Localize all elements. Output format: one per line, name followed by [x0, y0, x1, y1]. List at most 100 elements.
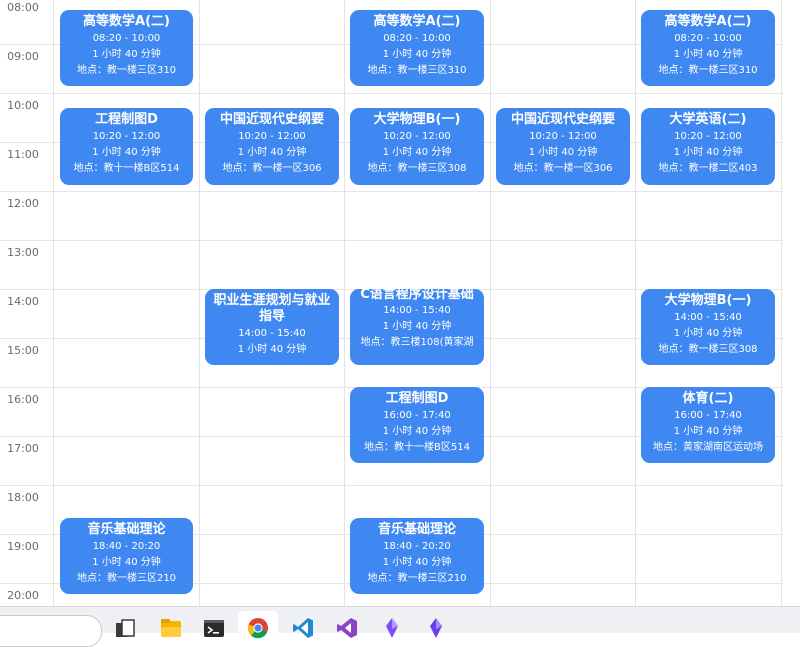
course-duration: 1 小时 40 分钟: [382, 49, 452, 60]
course-location: 地点：教一楼三区308: [367, 163, 467, 174]
course-location: 地点：教十一楼B区514: [73, 163, 180, 174]
time-label: 08:00: [7, 1, 39, 14]
hour-line: [0, 93, 783, 94]
course-duration: 1 小时 40 分钟: [528, 147, 598, 158]
course-duration: 1 小时 40 分钟: [382, 557, 452, 568]
course-time: 10:20 - 12:00: [238, 131, 306, 142]
course-title: 中国近现代史纲要: [510, 112, 615, 127]
course-title: 大学物理B(一): [373, 112, 461, 127]
hour-line: [0, 240, 783, 241]
column-divider: [344, 0, 345, 606]
course-duration: 1 小时 40 分钟: [673, 49, 743, 60]
course-location: 地点：教一楼三区310: [658, 65, 758, 76]
course-title: 大学物理B(一): [664, 293, 752, 308]
course-duration: 1 小时 40 分钟: [673, 328, 743, 339]
app-crystal-icon-2[interactable]: [425, 617, 447, 639]
column-divider: [199, 0, 200, 606]
course-time: 08:20 - 10:00: [674, 33, 742, 44]
column-divider: [490, 0, 491, 606]
course-event[interactable]: 大学物理B(一) 10:20 - 12:00 1 小时 40 分钟 地点：教一楼…: [350, 108, 484, 185]
course-event[interactable]: 大学英语(二) 10:20 - 12:00 1 小时 40 分钟 地点：教一楼二…: [641, 108, 775, 185]
course-time: 14:00 - 15:40: [674, 312, 742, 323]
time-label: 14:00: [7, 295, 39, 308]
course-location: 地点：教一楼一区306: [222, 163, 322, 174]
course-duration: 1 小时 40 分钟: [92, 557, 161, 568]
course-event[interactable]: 高等数学A(二) 08:20 - 10:00 1 小时 40 分钟 地点：教一楼…: [60, 10, 193, 86]
taskbar-search-box[interactable]: [0, 615, 102, 647]
time-label: 18:00: [7, 491, 39, 504]
course-title: 中国近现代史纲要: [219, 112, 324, 127]
course-location: 地点：教一楼二区403: [658, 163, 758, 174]
course-duration: 1 小时 40 分钟: [92, 147, 161, 158]
course-title: 高等数学A(二): [83, 14, 170, 29]
course-time: 18:40 - 20:20: [92, 541, 161, 552]
course-title: 职业生涯规划与就业指导: [213, 293, 331, 324]
course-location: 地点：教一楼三区310: [367, 65, 467, 76]
time-label: 15:00: [7, 344, 39, 357]
course-duration: 1 小时 40 分钟: [382, 147, 452, 158]
time-label: 17:00: [7, 442, 39, 455]
course-event[interactable]: 高等数学A(二) 08:20 - 10:00 1 小时 40 分钟 地点：教一楼…: [350, 10, 484, 86]
course-time: 14:00 - 15:40: [383, 305, 451, 316]
course-event[interactable]: 职业生涯规划与就业指导 14:00 - 15:40 1 小时 40 分钟: [205, 289, 339, 365]
hour-line: [0, 191, 783, 192]
course-title: 高等数学A(二): [664, 14, 752, 29]
course-time: 14:00 - 15:40: [238, 328, 306, 339]
course-event[interactable]: 高等数学A(二) 08:20 - 10:00 1 小时 40 分钟 地点：教一楼…: [641, 10, 775, 86]
visual-studio-icon[interactable]: [336, 617, 358, 639]
chrome-icon[interactable]: [247, 617, 269, 639]
app-crystal-icon[interactable]: [381, 617, 403, 639]
course-location: 地点：黄家湖南区运动场: [653, 442, 763, 453]
task-view-icon[interactable]: [114, 617, 136, 639]
course-location: 地点：教十一楼B区514: [364, 442, 470, 453]
course-location: 地点：教一楼三区210: [76, 573, 177, 584]
terminal-icon[interactable]: [203, 617, 225, 639]
course-title: 工程制图D: [95, 112, 158, 127]
course-event[interactable]: C语言程序设计基础 14:00 - 15:40 1 小时 40 分钟 地点：教三…: [350, 289, 484, 365]
course-location: 地点：教三楼108(黄家湖: [360, 337, 474, 348]
course-title: 音乐基础理论: [87, 522, 166, 537]
course-duration: 1 小时 40 分钟: [673, 426, 743, 437]
course-time: 08:20 - 10:00: [92, 33, 161, 44]
course-time: 10:20 - 12:00: [674, 131, 742, 142]
course-time: 10:20 - 12:00: [529, 131, 597, 142]
course-duration: 1 小时 40 分钟: [92, 49, 161, 60]
vscode-icon[interactable]: [292, 617, 314, 639]
time-label: 11:00: [7, 148, 39, 161]
time-label: 10:00: [7, 99, 39, 112]
time-label: 19:00: [7, 540, 39, 553]
course-event[interactable]: 中国近现代史纲要 10:20 - 12:00 1 小时 40 分钟 地点：教一楼…: [205, 108, 339, 185]
course-time: 10:20 - 12:00: [92, 131, 161, 142]
course-event[interactable]: 工程制图D 16:00 - 17:40 1 小时 40 分钟 地点：教十一楼B区…: [350, 387, 484, 463]
course-time: 10:20 - 12:00: [383, 131, 451, 142]
course-time: 18:40 - 20:20: [383, 541, 451, 552]
course-title: 体育(二): [682, 391, 734, 406]
course-event[interactable]: 音乐基础理论 18:40 - 20:20 1 小时 40 分钟 地点：教一楼三区…: [350, 518, 484, 594]
course-duration: 1 小时 40 分钟: [237, 344, 307, 355]
course-time: 16:00 - 17:40: [674, 410, 742, 421]
course-title: 大学英语(二): [669, 112, 747, 127]
time-label: 13:00: [7, 246, 39, 259]
course-title: 高等数学A(二): [373, 14, 461, 29]
course-duration: 1 小时 40 分钟: [382, 321, 452, 332]
course-time: 16:00 - 17:40: [383, 410, 451, 421]
time-label: 12:00: [7, 197, 39, 210]
file-explorer-icon[interactable]: [160, 617, 182, 639]
course-duration: 1 小时 40 分钟: [673, 147, 743, 158]
course-location: 地点：教一楼三区310: [76, 65, 177, 76]
course-duration: 1 小时 40 分钟: [237, 147, 307, 158]
time-label: 16:00: [7, 393, 39, 406]
course-title: C语言程序设计基础: [360, 289, 474, 302]
column-divider: [781, 0, 782, 606]
course-event[interactable]: 音乐基础理论 18:40 - 20:20 1 小时 40 分钟 地点：教一楼三区…: [60, 518, 193, 594]
hour-line: [0, 485, 783, 486]
calendar-week-grid: 08:00 09:00 10:00 11:00 12:00 13:00 14:0…: [0, 0, 800, 606]
course-event[interactable]: 工程制图D 10:20 - 12:00 1 小时 40 分钟 地点：教十一楼B区…: [60, 108, 193, 185]
taskbar: [0, 606, 800, 647]
course-event[interactable]: 体育(二) 16:00 - 17:40 1 小时 40 分钟 地点：黄家湖南区运…: [641, 387, 775, 463]
course-location: 地点：教一楼三区210: [367, 573, 467, 584]
course-event[interactable]: 中国近现代史纲要 10:20 - 12:00 1 小时 40 分钟 地点：教一楼…: [496, 108, 630, 185]
course-location: 地点：教一楼三区308: [658, 344, 758, 355]
course-event[interactable]: 大学物理B(一) 14:00 - 15:40 1 小时 40 分钟 地点：教一楼…: [641, 289, 775, 365]
course-title: 音乐基础理论: [377, 522, 456, 537]
